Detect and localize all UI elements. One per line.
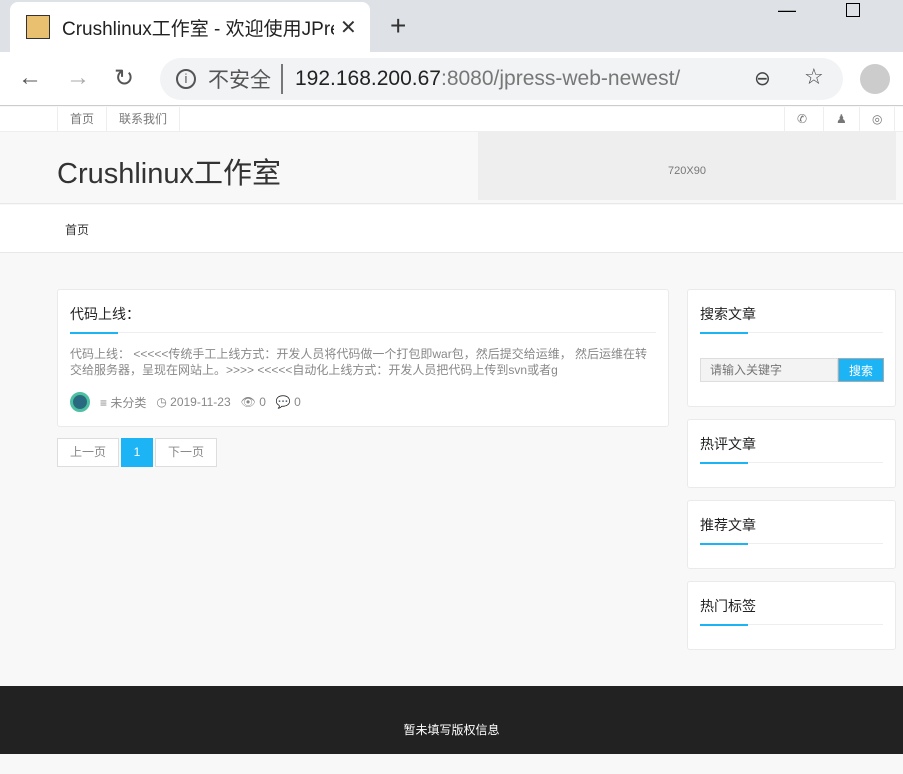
post-excerpt: 代码上线： <<<<<传统手工上线方式：开发人员将代码做一个打包即war包，然后… (70, 347, 648, 377)
weibo-icon[interactable]: ◎ (859, 107, 896, 131)
search-button[interactable]: 搜索 (838, 358, 884, 382)
widget-title: 热评文章 (700, 436, 756, 452)
forward-button[interactable]: → (66, 64, 90, 92)
favicon-icon (26, 15, 50, 39)
maximize-button[interactable] (846, 3, 860, 17)
post-title[interactable]: 代码上线： (70, 304, 140, 324)
bookmark-star-icon[interactable]: ☆ (804, 64, 824, 90)
hot-comments-widget: 热评文章 (687, 419, 896, 488)
url-path: :8080/jpress-web-newest/ (440, 67, 681, 90)
post-views: 👁 0 (240, 395, 266, 409)
prev-page-button[interactable]: 上一页 (57, 438, 119, 467)
top-link-home[interactable]: 首页 (57, 107, 106, 131)
author-avatar[interactable] (70, 392, 90, 412)
main-menu: 首页 (0, 205, 903, 253)
post-category[interactable]: ≡ 未分类 (100, 394, 146, 411)
info-icon[interactable]: i (176, 69, 196, 89)
page-1-button[interactable]: 1 (121, 438, 153, 467)
wechat-icon[interactable]: ✆ (784, 107, 819, 131)
post-date: ◷ 2019-11-23 (156, 395, 231, 409)
url-host: 192.168.200.67 (295, 67, 441, 90)
search-widget: 搜索文章 搜索 (687, 289, 896, 407)
tab-title: Crushlinux工作室 - 欢迎使用JPress (62, 18, 334, 40)
divider (700, 462, 883, 464)
profile-avatar[interactable] (860, 64, 890, 94)
footer: 暂未填写版权信息 (0, 686, 903, 754)
ad-banner: 720X90 (478, 132, 896, 200)
top-link-contact[interactable]: 联系我们 (106, 107, 181, 131)
widget-title: 推荐文章 (700, 517, 756, 533)
top-links-bar: 首页 联系我们 ✆ ♟ ◎ (0, 107, 903, 132)
divider (700, 332, 883, 334)
widget-title: 热门标签 (700, 598, 756, 614)
address-bar[interactable]: i 不安全 192.168.200.67 :8080/jpress-web-ne… (160, 58, 843, 100)
recommended-widget: 推荐文章 (687, 500, 896, 569)
insecure-label: 不安全 (208, 64, 283, 94)
hot-tags-widget: 热门标签 (687, 581, 896, 650)
post-comments: 💬 0 (275, 395, 301, 409)
tab-bar: Crushlinux工作室 - 欢迎使用JPress ✕ + — (0, 0, 903, 52)
browser-toolbar: ← → ↻ i 不安全 192.168.200.67 :8080/jpress-… (0, 52, 903, 106)
browser-tab[interactable]: Crushlinux工作室 - 欢迎使用JPress ✕ (10, 2, 370, 52)
next-page-button[interactable]: 下一页 (155, 438, 217, 467)
close-tab-icon[interactable]: ✕ (340, 15, 357, 40)
menu-item-home[interactable]: 首页 (65, 221, 89, 238)
post-card: 代码上线： 代码上线： <<<<<传统手工上线方式：开发人员将代码做一个打包即w… (57, 289, 669, 427)
site-logo[interactable]: Crushlinux工作室 (57, 150, 281, 192)
divider (70, 332, 656, 334)
zoom-icon[interactable]: ⊖ (754, 66, 771, 91)
search-input[interactable] (700, 358, 838, 382)
site-header: Crushlinux工作室 720X90 (0, 132, 903, 204)
post-meta: ≡ 未分类 ◷ 2019-11-23 👁 0 💬 0 (70, 392, 301, 412)
qq-icon[interactable]: ♟ (823, 107, 859, 131)
widget-title: 搜索文章 (700, 306, 756, 322)
minimize-button[interactable]: — (778, 0, 796, 21)
divider (700, 543, 883, 545)
reload-button[interactable]: ↻ (114, 64, 134, 93)
new-tab-button[interactable]: + (390, 10, 406, 42)
back-button[interactable]: ← (18, 64, 42, 92)
divider (700, 624, 883, 626)
